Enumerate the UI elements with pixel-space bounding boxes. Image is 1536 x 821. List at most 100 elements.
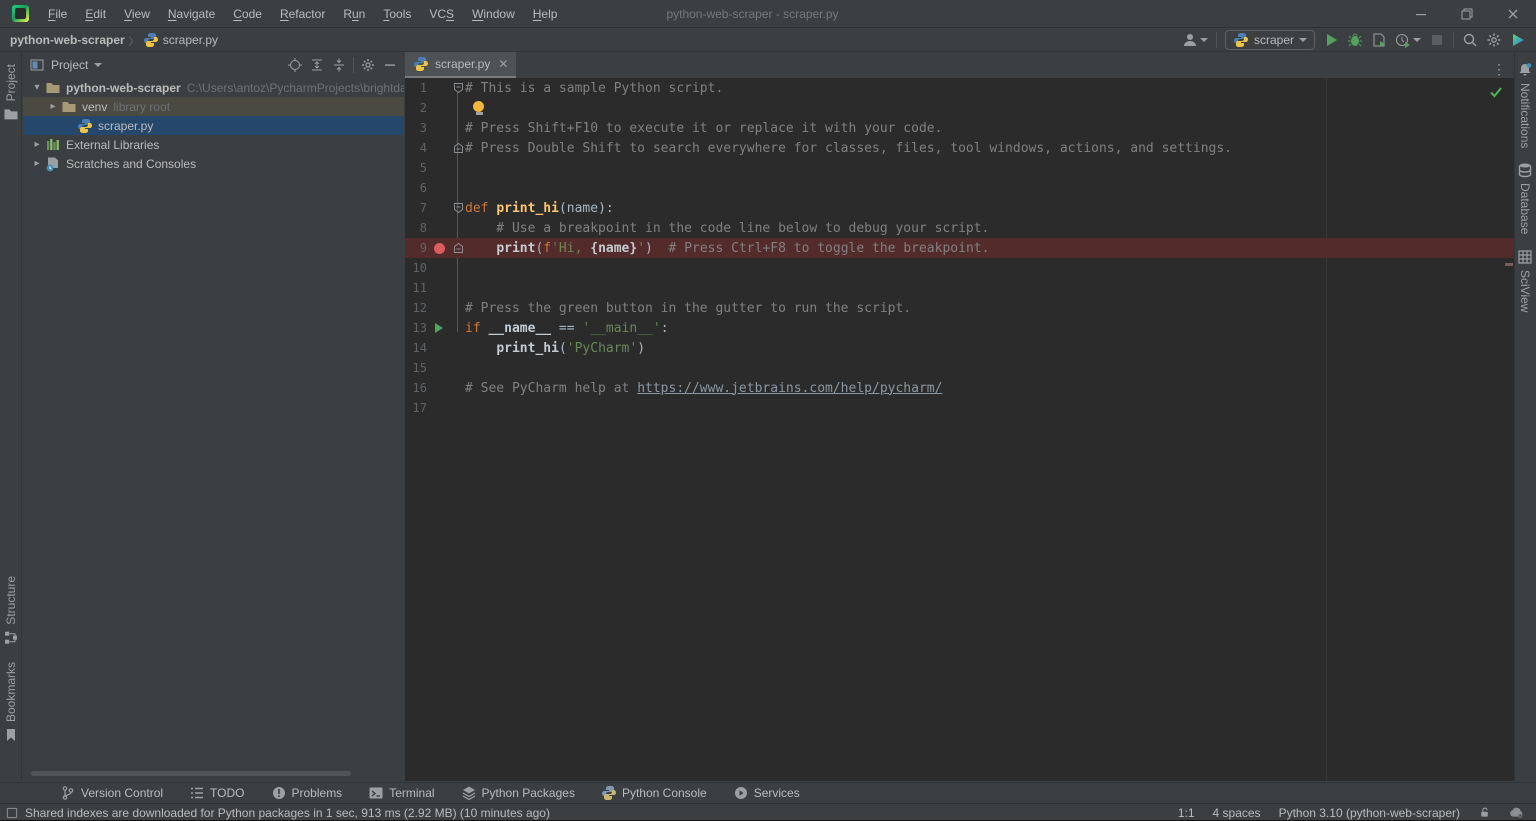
tree-item-external-libraries[interactable]: ▸External Libraries bbox=[23, 135, 404, 154]
stripe-button-structure[interactable]: Structure bbox=[3, 576, 19, 646]
fold-marker-end-icon[interactable] bbox=[451, 243, 465, 253]
code-line-14[interactable]: 14 print_hi('PyCharm') bbox=[405, 338, 1514, 358]
code-line-9[interactable]: 9 print(f'Hi, {name}') # Press Ctrl+F8 t… bbox=[405, 238, 1514, 258]
intention-bulb-icon[interactable] bbox=[473, 101, 485, 115]
tool-window-button-pyconsole[interactable]: Python Console bbox=[601, 785, 707, 801]
editor-options-kebab-icon[interactable]: ⋮ bbox=[1484, 61, 1514, 78]
terminal-icon bbox=[368, 785, 384, 801]
run-line-icon[interactable] bbox=[435, 323, 443, 333]
stripe-button-notifications[interactable]: Notifications bbox=[1517, 62, 1533, 148]
run-configuration-select[interactable]: scraper bbox=[1225, 30, 1315, 50]
run-button[interactable] bbox=[1323, 32, 1339, 48]
expand-all-button[interactable] bbox=[309, 57, 325, 73]
code-line-15[interactable]: 15 bbox=[405, 358, 1514, 378]
menu-view[interactable]: View bbox=[115, 0, 159, 28]
tool-window-label: Python Packages bbox=[482, 786, 575, 800]
breakpoint-icon[interactable] bbox=[427, 243, 451, 254]
hide-panel-button[interactable] bbox=[382, 57, 398, 73]
run-gutter-icon[interactable] bbox=[427, 323, 451, 333]
tool-window-button-vcs[interactable]: Version Control bbox=[60, 785, 163, 801]
code-line-10[interactable]: 10 bbox=[405, 258, 1514, 278]
interpreter-setting[interactable]: Python 3.10 (python-web-scraper) bbox=[1279, 806, 1460, 820]
locate-file-button[interactable] bbox=[287, 57, 303, 73]
stripe-button-sciview[interactable]: SciView bbox=[1517, 249, 1533, 312]
restore-button[interactable] bbox=[1444, 0, 1490, 28]
code-with-me-user-button[interactable] bbox=[1182, 32, 1208, 48]
minimize-button[interactable] bbox=[1398, 0, 1444, 28]
shared-indexes-icon[interactable] bbox=[1509, 806, 1524, 819]
breadcrumb-file[interactable]: scraper.py bbox=[163, 33, 218, 47]
tool-window-button-todo[interactable]: TODO bbox=[189, 785, 244, 801]
menu-navigate[interactable]: Navigate bbox=[159, 0, 224, 28]
unlock-icon[interactable] bbox=[1478, 806, 1491, 819]
code-line-12[interactable]: 12# Press the green button in the gutter… bbox=[405, 298, 1514, 318]
tree-item-label: scraper.py bbox=[98, 119, 153, 133]
code-line-4[interactable]: 4# Press Double Shift to search everywhe… bbox=[405, 138, 1514, 158]
tool-window-button-packages[interactable]: Python Packages bbox=[461, 785, 575, 801]
code-line-7[interactable]: 7def print_hi(name): bbox=[405, 198, 1514, 218]
menu-window[interactable]: Window bbox=[463, 0, 524, 28]
chevron-down-icon[interactable] bbox=[94, 63, 102, 67]
settings-gear-icon[interactable] bbox=[1486, 32, 1502, 48]
tab-close-icon[interactable]: ✕ bbox=[498, 57, 508, 71]
chevron-right-icon[interactable]: ▸ bbox=[45, 101, 61, 112]
indent-setting[interactable]: 4 spaces bbox=[1213, 806, 1261, 820]
tree-item-label: venv bbox=[82, 100, 107, 114]
run-with-coverage-button[interactable] bbox=[1371, 32, 1387, 48]
search-everywhere-icon[interactable] bbox=[1462, 32, 1478, 48]
code-token: if bbox=[465, 321, 481, 336]
panel-options-gear-icon[interactable] bbox=[360, 57, 376, 73]
code-line-3[interactable]: 3# Press Shift+F10 to execute it or repl… bbox=[405, 118, 1514, 138]
horizontal-scrollbar[interactable] bbox=[31, 771, 351, 776]
close-button[interactable] bbox=[1490, 0, 1536, 28]
code-editor[interactable]: 1# This is a sample Python script.23# Pr… bbox=[405, 78, 1514, 781]
stripe-button-bookmarks[interactable]: Bookmarks bbox=[3, 662, 19, 743]
menu-refactor[interactable]: Refactor bbox=[271, 0, 334, 28]
tree-item-scraper-py[interactable]: scraper.py bbox=[23, 116, 404, 135]
breadcrumb-project[interactable]: python-web-scraper bbox=[10, 33, 125, 47]
menu-run[interactable]: Run bbox=[334, 0, 374, 28]
fold-marker-start-icon[interactable] bbox=[451, 203, 465, 213]
menu-edit[interactable]: Edit bbox=[76, 0, 115, 28]
code-line-8[interactable]: 8 # Use a breakpoint in the code line be… bbox=[405, 218, 1514, 238]
line-number: 13 bbox=[405, 321, 427, 335]
project-view-selector[interactable]: Project bbox=[51, 58, 88, 72]
menu-help[interactable]: Help bbox=[524, 0, 567, 28]
tool-window-button-problems[interactable]: Problems bbox=[271, 785, 343, 801]
chevron-down-icon[interactable]: ▾ bbox=[29, 82, 45, 93]
event-log-icon[interactable] bbox=[6, 807, 18, 819]
debug-button[interactable] bbox=[1347, 32, 1363, 48]
plugin-logo-icon[interactable] bbox=[1510, 32, 1526, 48]
tab-scraper-py[interactable]: scraper.py ✕ bbox=[405, 52, 516, 78]
menu-tools[interactable]: Tools bbox=[374, 0, 420, 28]
chevron-right-icon[interactable]: ▸ bbox=[29, 158, 45, 169]
status-message[interactable]: Shared indexes are downloaded for Python… bbox=[25, 806, 550, 820]
fold-marker-end-icon[interactable] bbox=[451, 143, 465, 153]
tree-item-scratches-and-consoles[interactable]: ▸Scratches and Consoles bbox=[23, 154, 404, 173]
fold-marker-start-icon[interactable] bbox=[451, 83, 465, 93]
code-line-17[interactable]: 17 bbox=[405, 398, 1514, 418]
tool-window-button-terminal[interactable]: Terminal bbox=[368, 785, 434, 801]
code-line-2[interactable]: 2 bbox=[405, 98, 1514, 118]
caret-position[interactable]: 1:1 bbox=[1178, 806, 1195, 820]
tree-item-python-web-scraper[interactable]: ▾python-web-scraperC:\Users\antoz\Pychar… bbox=[23, 78, 404, 97]
menu-vcs[interactable]: VCS bbox=[420, 0, 463, 28]
code-line-13[interactable]: 13if __name__ == '__main__': bbox=[405, 318, 1514, 338]
menu-file[interactable]: File bbox=[39, 0, 76, 28]
tree-item-venv[interactable]: ▸venvlibrary root bbox=[23, 97, 404, 116]
collapse-all-button[interactable] bbox=[331, 57, 347, 73]
profiler-button[interactable] bbox=[1395, 32, 1421, 48]
inspection-ok-icon[interactable] bbox=[1488, 84, 1504, 100]
chevron-right-icon[interactable]: ▸ bbox=[29, 139, 45, 150]
stripe-button-project[interactable]: Project bbox=[3, 64, 19, 122]
code-line-16[interactable]: 16# See PyCharm help at https://www.jetb… bbox=[405, 378, 1514, 398]
menu-code[interactable]: Code bbox=[224, 0, 271, 28]
code-line-1[interactable]: 1# This is a sample Python script. bbox=[405, 78, 1514, 98]
tool-window-button-services[interactable]: Services bbox=[733, 785, 800, 801]
stripe-button-database[interactable]: Database bbox=[1517, 162, 1533, 234]
line-number: 3 bbox=[405, 121, 427, 135]
code-line-5[interactable]: 5 bbox=[405, 158, 1514, 178]
code-line-6[interactable]: 6 bbox=[405, 178, 1514, 198]
breakpoint-dot-icon[interactable] bbox=[434, 243, 445, 254]
code-line-11[interactable]: 11 bbox=[405, 278, 1514, 298]
